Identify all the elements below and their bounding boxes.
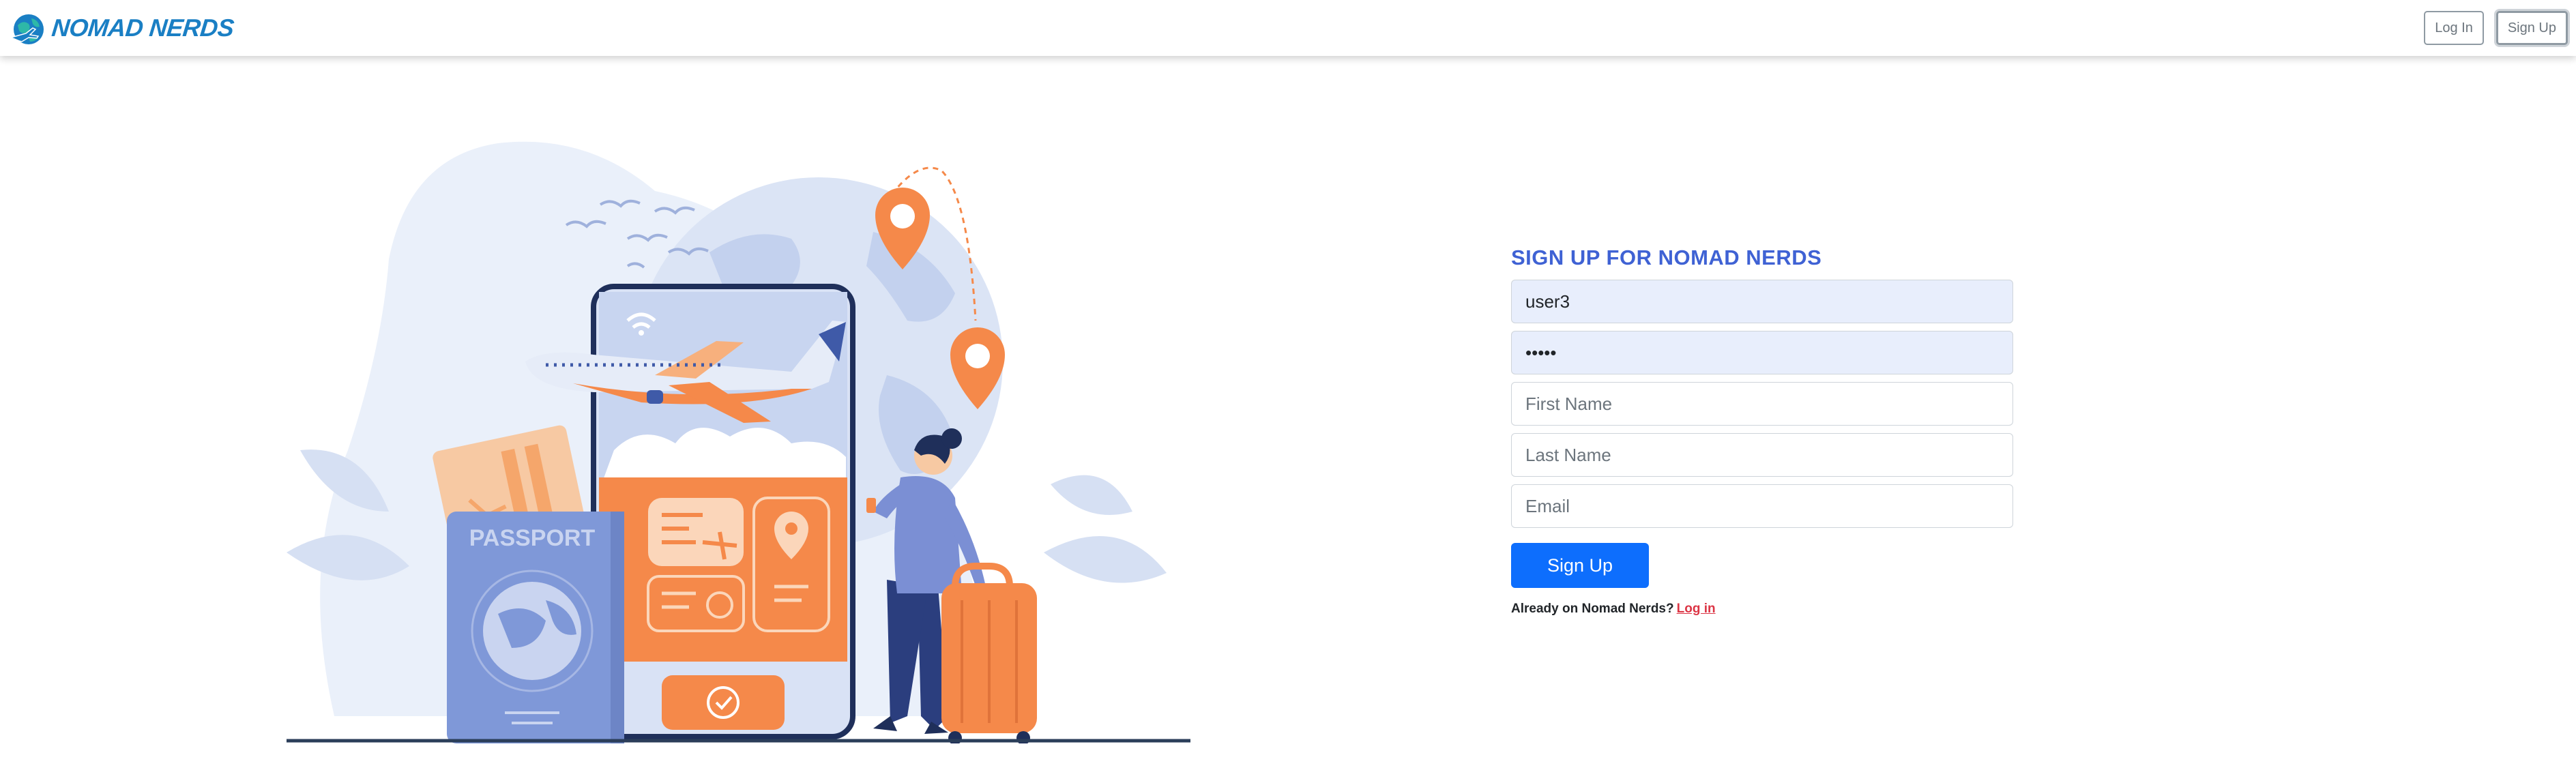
last-name-field[interactable] xyxy=(1511,433,2013,477)
email-field[interactable] xyxy=(1511,484,2013,528)
signup-nav-button[interactable]: Sign Up xyxy=(2496,11,2568,45)
first-name-field[interactable] xyxy=(1511,382,2013,426)
navbar: NOMAD NERDS Log In Sign Up xyxy=(0,0,2576,56)
passport-icon: PASSPORT xyxy=(447,512,624,743)
password-field[interactable] xyxy=(1511,331,2013,374)
signup-form: SIGN UP FOR NOMAD NERDS Sign Up Already … xyxy=(1511,246,2013,617)
travel-illustration: PASSPORT xyxy=(287,141,1190,743)
globe-plane-icon xyxy=(9,14,44,44)
login-prompt: Already on Nomad Nerds? Log in xyxy=(1511,602,2013,617)
login-link[interactable]: Log in xyxy=(1677,602,1716,616)
login-prompt-text: Already on Nomad Nerds? xyxy=(1511,602,1674,616)
passport-text: PASSPORT xyxy=(469,525,596,551)
username-field[interactable] xyxy=(1511,280,2013,323)
signup-submit-button[interactable]: Sign Up xyxy=(1511,543,1649,588)
form-title: SIGN UP FOR NOMAD NERDS xyxy=(1511,246,1822,269)
nav-buttons: Log In Sign Up xyxy=(2424,11,2568,45)
brand-name: NOMAD NERDS xyxy=(50,14,235,42)
login-button[interactable]: Log In xyxy=(2424,11,2484,45)
brand[interactable]: NOMAD NERDS xyxy=(8,8,235,48)
suitcase-icon xyxy=(941,563,1037,743)
